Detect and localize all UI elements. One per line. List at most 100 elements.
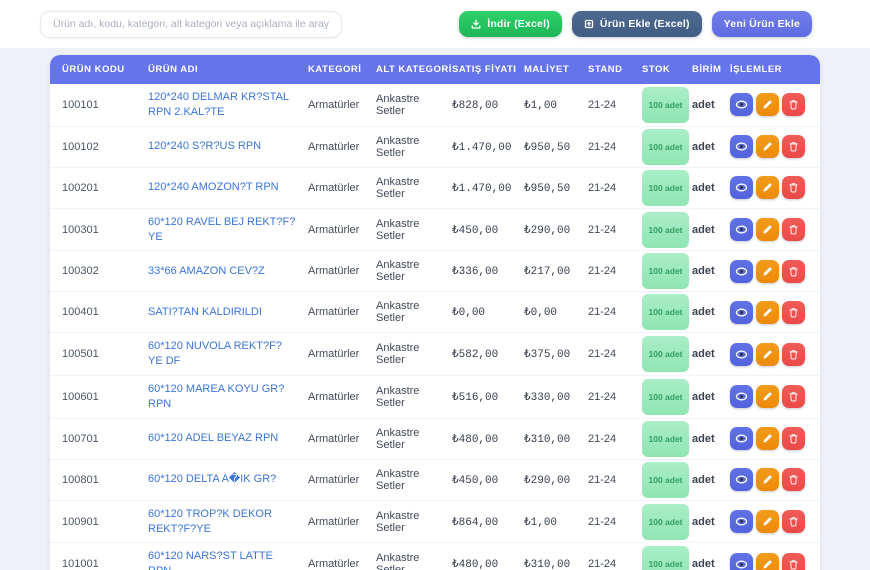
- product-name-link[interactable]: 33*66 AMAZON CEV?Z: [148, 264, 265, 279]
- product-name-link[interactable]: 60*120 NUVOLA REKT?F?YE DF: [148, 339, 296, 369]
- edit-button[interactable]: [756, 427, 779, 451]
- add-product-excel-button[interactable]: Ürün Ekle (Excel): [571, 11, 702, 37]
- view-button[interactable]: [730, 259, 753, 283]
- stand-value: 21-24: [582, 250, 636, 293]
- delete-button[interactable]: [782, 135, 805, 159]
- product-code: 100801: [50, 459, 142, 501]
- product-name-link[interactable]: 60*120 ADEL BEYAZ RPN: [148, 431, 278, 446]
- sale-price: ₺480,00: [446, 542, 518, 570]
- view-button[interactable]: [730, 552, 753, 570]
- edit-button[interactable]: [756, 135, 779, 159]
- product-category: Armatürler: [302, 291, 370, 334]
- delete-button[interactable]: [782, 259, 805, 283]
- view-button[interactable]: [730, 385, 753, 409]
- product-name-link[interactable]: 60*120 NARS?ST LATTE RPN: [148, 549, 296, 570]
- edit-button[interactable]: [756, 218, 779, 242]
- stock-badge: 100 adet: [642, 128, 689, 165]
- edit-button[interactable]: [756, 510, 779, 534]
- product-name-link[interactable]: 120*240 DELMAR KR?STAL RPN 2.KAL?TE: [148, 90, 296, 120]
- trash-icon: [788, 391, 799, 402]
- delete-button[interactable]: [782, 510, 805, 534]
- edit-button[interactable]: [756, 342, 779, 366]
- edit-button[interactable]: [756, 259, 779, 283]
- column-header: STAND: [582, 55, 636, 84]
- download-excel-label: İndir (Excel): [487, 18, 550, 30]
- table-row: 100501 60*120 NUVOLA REKT?F?YE DF Armatü…: [50, 332, 820, 377]
- sale-price: ₺1.470,00: [446, 126, 518, 168]
- product-category: Armatürler: [302, 126, 370, 168]
- download-excel-button[interactable]: İndir (Excel): [459, 11, 562, 37]
- product-category: Armatürler: [302, 332, 370, 377]
- view-button[interactable]: [730, 218, 753, 242]
- stock-badge: 100 adet: [642, 378, 689, 415]
- delete-button[interactable]: [782, 300, 805, 324]
- view-button[interactable]: [730, 93, 753, 117]
- unit-value: adet: [686, 500, 724, 544]
- stock-badge: 100 adet: [642, 294, 689, 331]
- view-button[interactable]: [730, 427, 753, 451]
- edit-button[interactable]: [756, 468, 779, 492]
- pencil-icon: [762, 99, 773, 110]
- sale-price: ₺450,00: [446, 208, 518, 252]
- edit-button[interactable]: [756, 93, 779, 117]
- delete-button[interactable]: [782, 218, 805, 242]
- stand-value: 21-24: [582, 126, 636, 168]
- pencil-icon: [762, 141, 773, 152]
- edit-button[interactable]: [756, 552, 779, 570]
- row-actions: [730, 427, 814, 451]
- view-button[interactable]: [730, 135, 753, 159]
- product-code: 100201: [50, 167, 142, 209]
- view-button[interactable]: [730, 342, 753, 366]
- new-product-button[interactable]: Yeni Ürün Ekle: [711, 11, 812, 37]
- edit-button[interactable]: [756, 176, 779, 200]
- product-name-link[interactable]: 120*240 AMOZON?T RPN: [148, 180, 279, 195]
- row-actions: [730, 342, 814, 366]
- product-name-link[interactable]: 60*120 RAVEL BEJ REKT?F?YE: [148, 215, 296, 245]
- stock-badge: 100 adet: [642, 420, 689, 457]
- trash-icon: [788, 224, 799, 235]
- view-button[interactable]: [730, 176, 753, 200]
- delete-button[interactable]: [782, 468, 805, 492]
- stock-badge: 100 adet: [642, 336, 689, 373]
- delete-button[interactable]: [782, 552, 805, 570]
- unit-value: adet: [686, 542, 724, 570]
- product-name-link[interactable]: 60*120 DELTA A�IK GR?: [148, 472, 276, 487]
- product-subcategory: Ankastre Setler: [370, 500, 446, 544]
- product-name-link[interactable]: 60*120 TROP?K DEKOR REKT?F?YE: [148, 507, 296, 537]
- search-input[interactable]: [40, 10, 342, 38]
- view-button[interactable]: [730, 300, 753, 324]
- stock-badge: 100 adet: [642, 86, 689, 123]
- cost-value: ₺0,00: [518, 291, 582, 334]
- product-name-link[interactable]: 60*120 MAREA KOYU GR? RPN: [148, 382, 296, 412]
- upload-icon: [584, 19, 594, 29]
- stand-value: 21-24: [582, 542, 636, 570]
- trash-icon: [788, 559, 799, 570]
- delete-button[interactable]: [782, 385, 805, 409]
- view-button[interactable]: [730, 468, 753, 492]
- product-name-link[interactable]: SATI?TAN KALDIRILDI: [148, 305, 262, 320]
- pencil-icon: [762, 349, 773, 360]
- view-button[interactable]: [730, 510, 753, 534]
- delete-button[interactable]: [782, 427, 805, 451]
- product-subcategory: Ankastre Setler: [370, 126, 446, 168]
- column-header: SATIŞ FİYATI: [446, 55, 518, 84]
- trash-icon: [788, 474, 799, 485]
- delete-button[interactable]: [782, 176, 805, 200]
- stand-value: 21-24: [582, 459, 636, 501]
- product-name-link[interactable]: 120*240 S?R?US RPN: [148, 139, 261, 154]
- edit-button[interactable]: [756, 300, 779, 324]
- edit-button[interactable]: [756, 385, 779, 409]
- delete-button[interactable]: [782, 93, 805, 117]
- row-actions: [730, 176, 814, 200]
- cost-value: ₺217,00: [518, 250, 582, 293]
- unit-value: adet: [686, 375, 724, 419]
- cost-value: ₺290,00: [518, 208, 582, 252]
- trash-icon: [788, 141, 799, 152]
- pencil-icon: [762, 182, 773, 193]
- delete-button[interactable]: [782, 342, 805, 366]
- stand-value: 21-24: [582, 375, 636, 419]
- cost-value: ₺310,00: [518, 542, 582, 570]
- product-category: Armatürler: [302, 208, 370, 252]
- product-category: Armatürler: [302, 418, 370, 460]
- pencil-icon: [762, 559, 773, 570]
